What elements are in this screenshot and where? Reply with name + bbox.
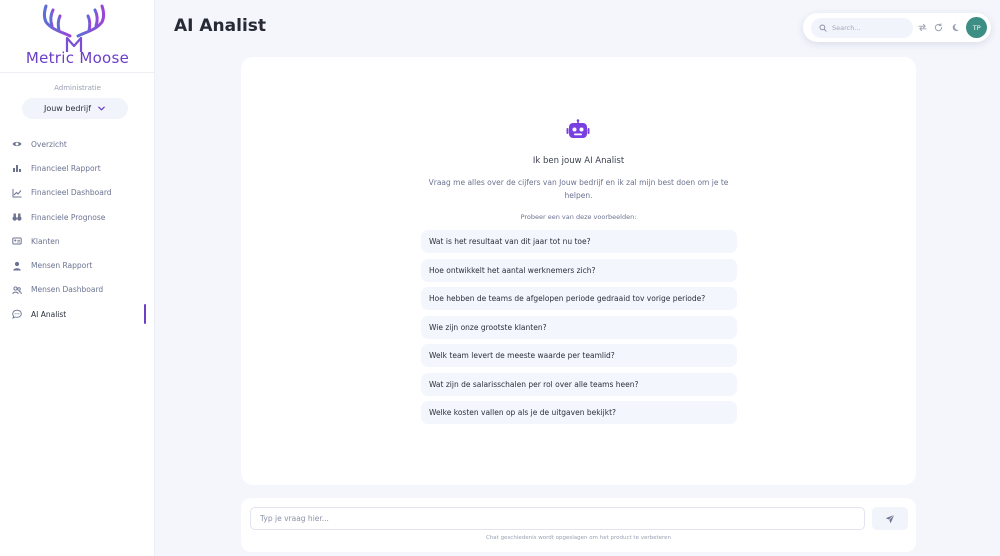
sidebar-item-klanten[interactable]: Klanten [0,229,155,253]
line-chart-icon [12,188,22,198]
example-question[interactable]: Hoe hebben de teams de afgelopen periode… [421,287,737,310]
example-question[interactable]: Wie zijn onze grootste klanten? [421,315,737,339]
chat-input-panel: Chat geschiedenis wordt opgeslagen om he… [241,498,916,552]
send-icon [885,513,895,523]
logo[interactable]: Metric Moose [0,0,155,70]
send-button[interactable] [872,507,908,530]
ai-analist-panel: Ik ben jouw AI Analist Vraag me alles ov… [241,57,916,485]
example-question[interactable]: Wat is het resultaat van dit jaar tot nu… [421,230,737,253]
example-question[interactable]: Hoe ontwikkelt het aantal werknemers zic… [421,258,737,282]
sidebar-item-overzicht[interactable]: Overzicht [0,132,155,156]
search-icon [819,23,827,32]
example-question[interactable]: Welke kosten vallen op als je de uitgave… [421,401,737,424]
intro-description: Vraag me alles over de cijfers van Jouw … [428,178,729,200]
admin-label: Administratie [54,84,101,92]
example-questions: Wat is het resultaat van dit jaar tot nu… [421,230,737,430]
chat-input[interactable] [250,507,865,530]
brand-name: Metric Moose [25,49,130,67]
binoculars-icon [12,213,22,221]
sidebar-item-label: AI Analist [31,309,67,319]
swap-icon[interactable] [914,20,930,36]
user-icon [13,261,21,271]
sidebar-item-mensen-dashboard[interactable]: Mensen Dashboard [0,278,155,302]
search-box[interactable] [811,17,914,38]
topbar-tools: TP [803,13,991,42]
bar-chart-icon [13,165,21,173]
sidebar-item-label: Overzicht [31,139,67,149]
sidebar-item-label: Financiele Prognose [31,212,106,222]
sidebar-item-label: Financieel Dashboard [31,188,112,198]
avatar[interactable]: TP [966,17,987,38]
sidebar-nav: Overzicht Financieel Rapport Financieel … [0,132,155,326]
sidebar-item-label: Financieel Rapport [31,163,101,173]
eye-icon [12,142,22,147]
example-question[interactable]: Wat zijn de salarisschalen per rol over … [421,372,737,396]
robot-icon [566,119,590,138]
sidebar-item-label: Mensen Rapport [31,261,93,271]
sidebar-item-mensen-rapport[interactable]: Mensen Rapport [0,253,155,277]
refresh-icon[interactable] [931,20,947,36]
moose-antlers-logo [43,4,105,52]
moon-icon[interactable] [948,20,964,36]
sidebar-item-label: Klanten [31,236,60,246]
company-select[interactable]: Jouw bedrijf [22,98,128,119]
sidebar-item-label: Mensen Dashboard [31,285,104,295]
users-icon [12,286,22,295]
search-input[interactable] [832,23,908,32]
sidebar-item-financieel-dashboard[interactable]: Financieel Dashboard [0,181,155,205]
example-question[interactable]: Welk team levert de meeste waarde per te… [421,344,737,367]
sidebar-item-financiele-prognose[interactable]: Financiele Prognose [0,205,155,229]
sidebar-item-ai-analist[interactable]: AI Analist [0,302,155,326]
chevron-down-icon [98,106,105,111]
address-card-icon [12,237,22,245]
chat-icon [12,309,22,320]
sidebar-divider [0,72,155,73]
page-title: AI Analist [174,16,267,36]
chat-history-note: Chat geschiedenis wordt opgeslagen om he… [485,535,672,541]
sidebar-item-financieel-rapport[interactable]: Financieel Rapport [0,156,155,180]
intro-title: Ik ben jouw AI Analist [532,156,625,166]
examples-label: Probeer een van deze voorbeelden: [520,213,637,221]
sidebar: Metric Moose Administratie Jouw bedrijf … [0,0,155,556]
company-select-value: Jouw bedrijf [43,104,92,113]
